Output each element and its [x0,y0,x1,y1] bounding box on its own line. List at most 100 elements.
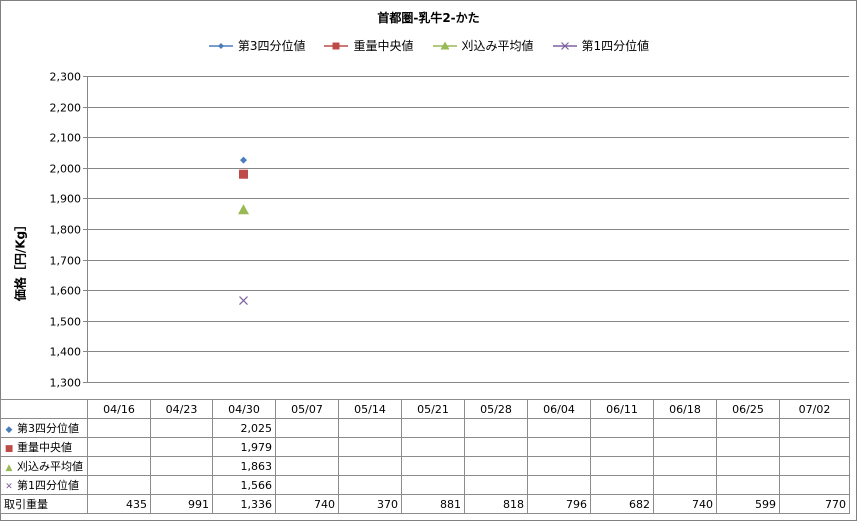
table-cell [716,456,780,476]
table-cell [779,475,850,495]
x-category-label: 04/23 [150,399,213,419]
data-table: 04/16 04/23 04/30 05/07 05/14 05/21 05/28 06/04… [0,399,850,514]
table-cell [275,475,339,495]
diamond-marker-icon: ◆ [5,425,13,435]
table-cell [716,437,780,457]
table-cell: 881 [401,494,465,514]
table-cell [338,456,402,476]
table-cell [464,475,528,495]
table-cell [464,437,528,457]
table-cell [275,456,339,476]
table-cell [87,437,151,457]
table-cell: 2,025 [212,418,276,438]
table-cell [527,475,591,495]
table-cell [338,437,402,457]
y-tick-label: 1,400 [50,346,82,359]
table-cell [653,418,717,438]
square-marker-icon: ■ [4,444,14,454]
table-cell [779,437,850,457]
table-cell [779,456,850,476]
table-cell [590,437,654,457]
table-cell: 740 [275,494,339,514]
x-category-label: 05/14 [338,399,402,419]
x-category-label: 05/07 [275,399,339,419]
table-row: ▲ 刈込み平均値 1,863 [0,456,850,476]
table-row-label: 取引重量 [0,494,88,514]
table-cell: 1,336 [212,494,276,514]
table-cell: 1,979 [212,437,276,457]
table-cell [87,475,151,495]
table-cell: 796 [527,494,591,514]
table-cell [716,475,780,495]
row-label-text: 刈込み平均値 [17,460,83,473]
y-tick-label: 2,200 [50,102,82,115]
table-cell [527,437,591,457]
row-label-text: 第1四分位値 [17,479,79,492]
y-tick-label: 2,100 [50,132,82,145]
y-tick-label: 2,300 [50,71,82,84]
table-cell [590,475,654,495]
table-cell: 770 [779,494,850,514]
table-cell [275,437,339,457]
data-point [238,204,249,215]
table-cell [150,475,213,495]
table-cell [275,418,339,438]
x-category-label: 06/11 [590,399,654,419]
data-point [239,296,248,306]
table-row-label: ■ 重量中央値 [0,437,88,457]
x-category-label: 05/21 [401,399,465,419]
table-cell [401,456,465,476]
table-cell [653,437,717,457]
table-header-row: 04/16 04/23 04/30 05/07 05/14 05/21 05/28 06/04… [0,399,850,419]
table-corner-cell [0,399,88,419]
table-row: ◆ 第3四分位値 2,025 [0,418,850,438]
triangle-marker-icon: ▲ [5,463,13,473]
table-cell [590,456,654,476]
table-cell [653,456,717,476]
y-tick-label: 2,000 [50,163,82,176]
table-cell [653,475,717,495]
y-tick-label: 1,900 [50,193,82,206]
y-tick-label: 1,800 [50,224,82,237]
table-row: 取引重量 435 991 1,336 740 370 881 818 796 682 740 599 7… [0,494,850,514]
table-cell [150,437,213,457]
x-marker-icon: ✕ [5,482,13,492]
row-label-text: 第3四分位値 [17,422,79,435]
y-tick-label: 1,300 [50,377,82,390]
table-cell: 991 [150,494,213,514]
table-cell [401,475,465,495]
table-cell [338,418,402,438]
table-cell [150,418,213,438]
data-point [239,169,248,179]
table-cell [87,418,151,438]
x-category-label: 04/30 [212,399,276,419]
table-cell [401,437,465,457]
table-cell: 740 [653,494,717,514]
table-cell [716,418,780,438]
table-cell [338,475,402,495]
x-category-label: 07/02 [779,399,850,419]
table-cell: 818 [464,494,528,514]
y-tick-label: 1,500 [50,316,82,329]
plot-area: 1,300 1,400 1,500 1,600 1,700 1,800 1,900 2,000… [50,71,849,390]
table-cell: 1,863 [212,456,276,476]
table-row: ✕ 第1四分位値 1,566 [0,475,850,495]
table-cell: 435 [87,494,151,514]
x-category-label: 04/16 [87,399,151,419]
table-cell: 370 [338,494,402,514]
table-cell [150,456,213,476]
table-cell: 1,566 [212,475,276,495]
table-cell: 682 [590,494,654,514]
x-category-label: 05/28 [464,399,528,419]
table-row: ■ 重量中央値 1,979 [0,437,850,457]
row-label-text: 取引重量 [4,498,48,511]
table-cell [464,456,528,476]
x-category-label: 06/04 [527,399,591,419]
table-cell [401,418,465,438]
table-cell [779,418,850,438]
table-cell [590,418,654,438]
table-cell [464,418,528,438]
table-cell: 599 [716,494,780,514]
y-tick-label: 1,600 [50,285,82,298]
table-cell [87,456,151,476]
